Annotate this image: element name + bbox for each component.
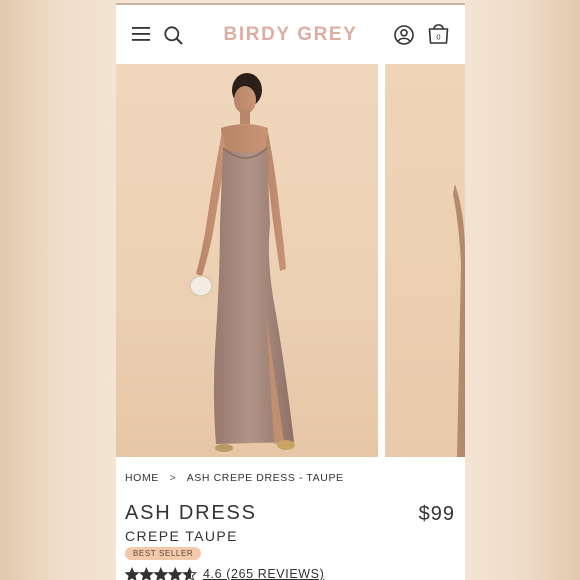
product-photo-next[interactable] xyxy=(385,64,465,457)
account-icon[interactable] xyxy=(394,25,414,45)
breadcrumb-home[interactable]: HOME xyxy=(125,472,159,484)
product-variant: CREPE TAUPE xyxy=(125,528,238,544)
star-icon xyxy=(153,567,169,580)
bag-icon[interactable]: 0 xyxy=(427,21,450,45)
product-title: ASH DRESS xyxy=(125,502,257,524)
breadcrumb-current: ASH CREPE DRESS - TAUPE xyxy=(186,472,344,484)
product-gallery[interactable] xyxy=(116,64,465,457)
star-icon xyxy=(182,567,197,580)
star-icon xyxy=(125,567,140,580)
model-figure xyxy=(189,73,295,452)
star-icon xyxy=(167,567,183,580)
product-page: BIRDY GREY 0 HOME > ASH CREPE DRESS - TA… xyxy=(116,3,465,580)
reviews-link[interactable]: 4.6 (265 REVIEWS) xyxy=(203,567,324,580)
best-seller-badge: BEST SELLER xyxy=(125,547,202,560)
product-price: $99 xyxy=(418,503,455,525)
star-rating[interactable] xyxy=(125,566,197,580)
header: BIRDY GREY 0 xyxy=(116,5,465,64)
model-figure-side xyxy=(453,184,465,457)
breadcrumb-separator: > xyxy=(169,472,177,484)
bag-count: 0 xyxy=(436,33,440,42)
breadcrumb: HOME > ASH CREPE DRESS - TAUPE xyxy=(125,472,344,484)
product-photo-main[interactable] xyxy=(116,64,378,457)
star-icon xyxy=(138,567,154,580)
